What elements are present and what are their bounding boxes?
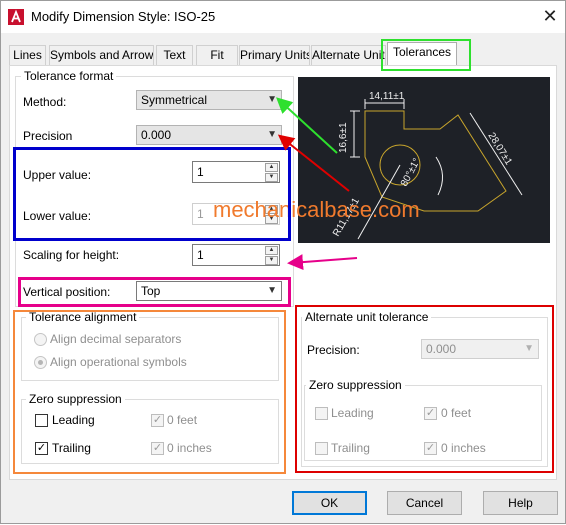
ok-button[interactable]: OK <box>292 491 367 515</box>
green-arrow <box>276 97 338 154</box>
annotation-arrows <box>276 97 358 271</box>
cancel-button[interactable]: Cancel <box>387 491 462 515</box>
magenta-arrow <box>287 254 358 271</box>
help-button[interactable]: Help <box>483 491 558 515</box>
red-arrow <box>277 134 350 192</box>
dialog: Modify Dimension Style: ISO-25 ✕ Lines S… <box>0 0 566 524</box>
